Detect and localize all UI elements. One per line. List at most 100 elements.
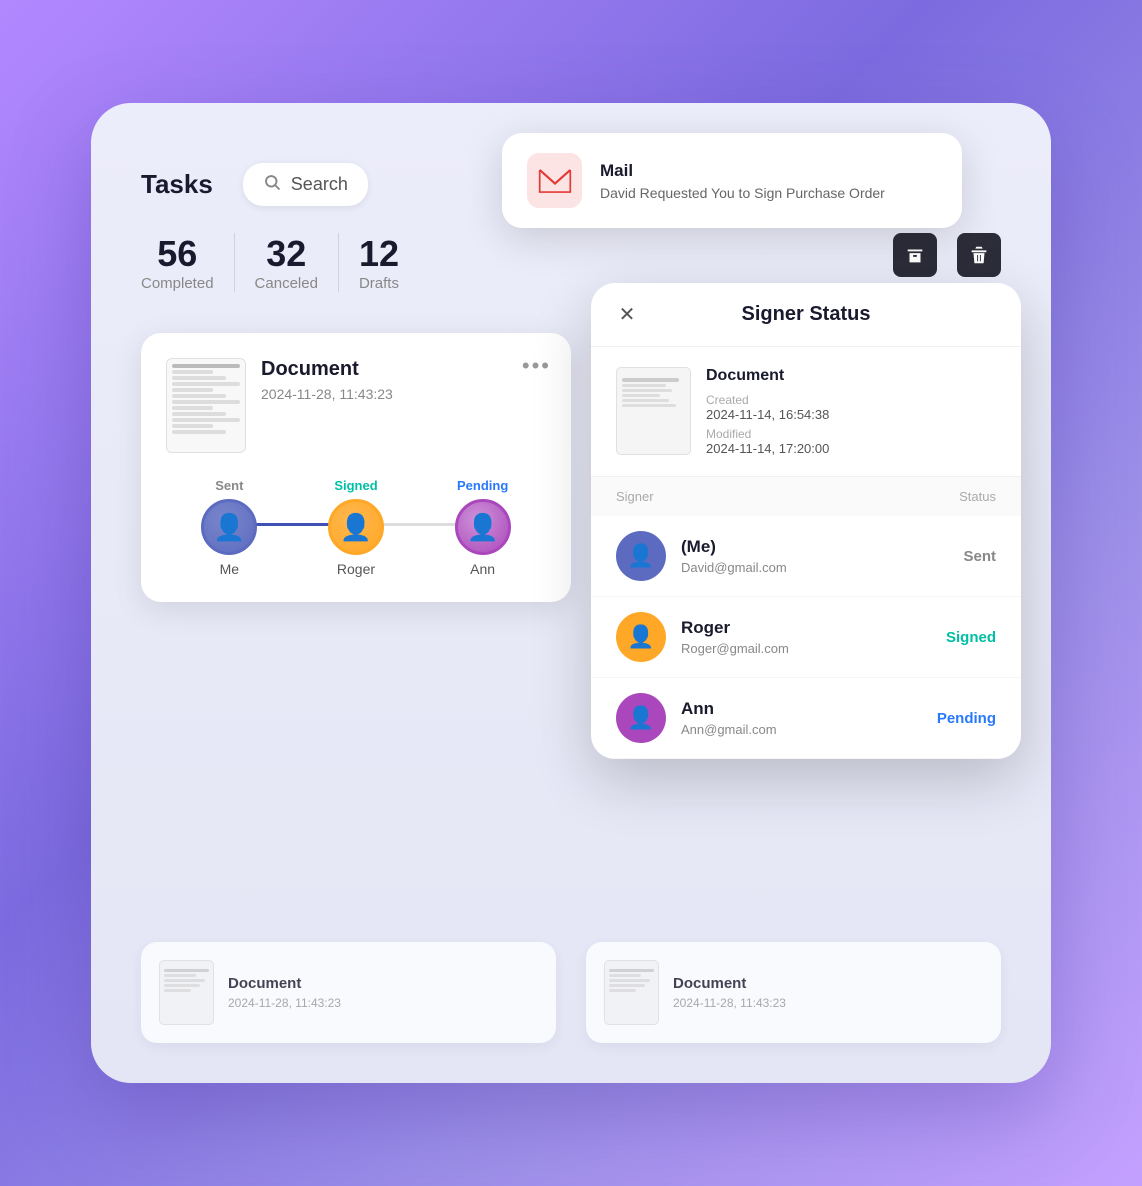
signer-row-ann: 👤 Ann Ann@gmail.com Pending — [591, 678, 1021, 759]
signer-row-roger-email: Roger@gmail.com — [681, 641, 931, 656]
search-bar[interactable]: Search — [243, 163, 368, 206]
created-value: 2024-11-14, 16:54:38 — [706, 407, 829, 422]
modal-doc-section: Document Created 2024-11-14, 16:54:38 Mo… — [591, 347, 1021, 477]
signer-row-roger-name: Roger — [681, 618, 931, 638]
doc-date: 2024-11-28, 11:43:23 — [261, 386, 393, 402]
signer-me-avatar: 👤 — [201, 499, 257, 555]
stat-completed-label: Completed — [141, 275, 214, 292]
signer-row-me-status: Sent — [963, 548, 996, 565]
signer-row-ann-email: Ann@gmail.com — [681, 722, 922, 737]
signer-row-ann-avatar: 👤 — [616, 693, 666, 743]
signer-row-me-name: (Me) — [681, 537, 948, 557]
stat-canceled-number: 32 — [255, 233, 318, 275]
stat-drafts-number: 12 — [359, 233, 399, 275]
mail-notification[interactable]: Mail David Requested You to Sign Purchas… — [502, 133, 962, 228]
doc-line-1 — [172, 364, 240, 368]
signer-roger-name: Roger — [337, 561, 375, 577]
modal-doc-name: Document — [706, 367, 829, 385]
modal-header: ✕ Signer Status — [591, 283, 1021, 347]
signer-row-roger: 👤 Roger Roger@gmail.com Signed — [591, 597, 1021, 678]
search-icon — [263, 173, 281, 196]
outer-card: Tasks Search 56 Completed 32 Canceled — [91, 103, 1051, 1083]
modal-doc-details: Document Created 2024-11-14, 16:54:38 Mo… — [706, 367, 829, 456]
mini-doc-card-1[interactable]: Document 2024-11-28, 11:43:23 — [141, 942, 556, 1043]
doc-line-11 — [172, 424, 213, 428]
modal-close-button[interactable]: ✕ — [611, 299, 643, 331]
stat-completed: 56 Completed — [141, 233, 235, 292]
bottom-docs: Document 2024-11-28, 11:43:23 Document — [141, 942, 1001, 1043]
doc-line-10 — [172, 418, 240, 422]
signer-me-name: Me — [220, 561, 239, 577]
doc-line-6 — [172, 394, 226, 398]
stat-drafts: 12 Drafts — [339, 233, 419, 292]
mini-doc-title-1: Document — [228, 975, 341, 992]
signer-me: Sent 👤 Me — [201, 478, 257, 577]
doc-line-8 — [172, 406, 213, 410]
tasks-title: Tasks — [141, 169, 213, 200]
mini-doc-title-2: Document — [673, 975, 786, 992]
stat-canceled-label: Canceled — [255, 275, 318, 292]
signer-row-roger-status: Signed — [946, 629, 996, 646]
mini-doc-info-1: Document 2024-11-28, 11:43:23 — [228, 975, 341, 1010]
doc-line-12 — [172, 430, 226, 434]
doc-title: Document — [261, 358, 393, 381]
signer-ann-avatar: 👤 — [455, 499, 511, 555]
doc-thumbnail — [166, 358, 246, 453]
modal-title: Signer Status — [742, 303, 871, 326]
delete-button[interactable] — [957, 233, 1001, 277]
mini-doc-card-2[interactable]: Document 2024-11-28, 11:43:23 — [586, 942, 1001, 1043]
mini-doc-date-2: 2024-11-28, 11:43:23 — [673, 996, 786, 1010]
doc-card-menu[interactable]: ••• — [522, 353, 551, 379]
signer-ann: Pending 👤 Ann — [455, 478, 511, 577]
signer-row-me-email: David@gmail.com — [681, 560, 948, 575]
signer-row-me: 👤 (Me) David@gmail.com Sent — [591, 516, 1021, 597]
modal-doc-thumbnail — [616, 367, 691, 455]
doc-info: Document 2024-11-28, 11:43:23 — [261, 358, 393, 402]
mail-icon — [538, 164, 572, 198]
mini-doc-info-2: Document 2024-11-28, 11:43:23 — [673, 975, 786, 1010]
toolbar-icons — [893, 233, 1001, 277]
signer-modal: ✕ Signer Status Document Created 2024-11… — [591, 283, 1021, 759]
signer-roger: Signed 👤 Roger — [328, 478, 384, 577]
stat-completed-number: 56 — [141, 233, 214, 275]
search-label: Search — [291, 174, 348, 195]
doc-thumbnail-inner — [167, 359, 245, 452]
doc-line-7 — [172, 400, 240, 404]
stats-row: 56 Completed 32 Canceled 12 Drafts — [141, 233, 419, 292]
signer-row-ann-info: Ann Ann@gmail.com — [681, 699, 922, 737]
signer-roger-avatar: 👤 — [328, 499, 384, 555]
modified-label: Modified — [706, 427, 829, 441]
mini-doc-thumbnail-1 — [159, 960, 214, 1025]
doc-line-9 — [172, 412, 226, 416]
signer-row-roger-info: Roger Roger@gmail.com — [681, 618, 931, 656]
created-label: Created — [706, 393, 829, 407]
archive-button[interactable] — [893, 233, 937, 277]
signer-row-ann-status: Pending — [937, 710, 996, 727]
mini-doc-thumbnail-2 — [604, 960, 659, 1025]
col-header-status: Status — [959, 489, 996, 504]
modified-value: 2024-11-14, 17:20:00 — [706, 441, 829, 456]
doc-card-content: Document 2024-11-28, 11:43:23 — [166, 358, 546, 453]
doc-line-5 — [172, 388, 213, 392]
stat-drafts-label: Drafts — [359, 275, 399, 292]
signers-table-header: Signer Status — [591, 477, 1021, 516]
signer-ann-name: Ann — [470, 561, 495, 577]
signers-flow: Sent 👤 Me Signed 👤 Roger Pending — [166, 478, 546, 577]
mail-message: David Requested You to Sign Purchase Ord… — [600, 185, 885, 201]
mini-doc-date-1: 2024-11-28, 11:43:23 — [228, 996, 341, 1010]
mail-text-group: Mail David Requested You to Sign Purchas… — [600, 161, 885, 201]
main-doc-card[interactable]: ••• — [141, 333, 571, 602]
signer-ann-label: Pending — [457, 478, 508, 493]
mail-icon-wrapper — [527, 153, 582, 208]
signer-row-roger-avatar: 👤 — [616, 612, 666, 662]
signer-roger-label: Signed — [334, 478, 377, 493]
signer-row-me-info: (Me) David@gmail.com — [681, 537, 948, 575]
signer-row-ann-name: Ann — [681, 699, 922, 719]
col-header-signer: Signer — [616, 489, 654, 504]
signer-row-me-avatar: 👤 — [616, 531, 666, 581]
mail-app-name: Mail — [600, 161, 885, 181]
signer-me-label: Sent — [215, 478, 243, 493]
doc-line-3 — [172, 376, 226, 380]
doc-line-2 — [172, 370, 213, 374]
doc-line-4 — [172, 382, 240, 386]
